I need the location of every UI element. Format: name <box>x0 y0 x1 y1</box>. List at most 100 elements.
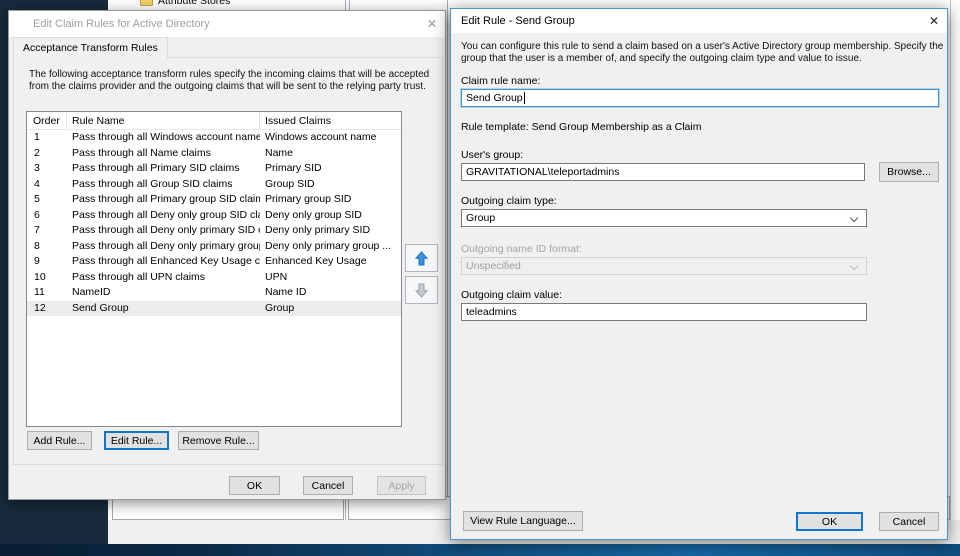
rule-description: You can configure this rule to send a cl… <box>461 41 944 64</box>
table-row[interactable]: 4 Pass through all Group SID claims Group … <box>27 177 401 193</box>
list-header: Order Rule Name Issued Claims <box>27 112 401 130</box>
remove-rule-button[interactable]: Remove Rule... <box>178 431 259 450</box>
chevron-down-icon <box>849 261 859 271</box>
cell-order: 2 <box>34 146 40 159</box>
browse-button[interactable]: Browse... <box>879 162 939 182</box>
rule-template-text: Rule template: Send Group Membership as … <box>461 121 702 133</box>
cell-order: 10 <box>34 270 46 283</box>
cell-rule-name: Pass through all UPN claims <box>72 270 206 283</box>
table-row[interactable]: 12 Send Group Group <box>27 300 401 316</box>
table-row[interactable]: 8 Pass through all Deny only primary grou… <box>27 239 401 255</box>
outgoing-claim-type-select[interactable]: Group <box>461 209 867 227</box>
cell-rule-name: Send Group <box>72 301 129 314</box>
claim-rule-name-value: Send Group <box>466 92 523 104</box>
right-dialog-title: Edit Rule - Send Group <box>461 15 575 27</box>
cell-rule-name: NameID <box>72 286 111 298</box>
cell-order: 4 <box>34 177 40 190</box>
chevron-down-icon <box>849 213 859 223</box>
cell-issued: Primary SID <box>265 162 322 174</box>
outgoing-claim-type-label: Outgoing claim type: <box>461 195 557 207</box>
left-dialog-titlebar[interactable]: Edit Claim Rules for Active Directory ✕ <box>9 11 445 37</box>
table-row[interactable]: 6 Pass through all Deny only group SID cl… <box>27 208 401 224</box>
folder-icon <box>140 0 153 6</box>
cell-order: 12 <box>34 301 46 314</box>
cancel-button[interactable]: Cancel <box>303 476 353 495</box>
cell-rule-name: Pass through all Deny only primary SID c… <box>72 224 260 236</box>
rules-list-body: 1 Pass through all Windows account name..… <box>27 130 401 316</box>
cell-rule-name: Pass through all Group SID claims <box>72 177 233 190</box>
users-group-label: User's group: <box>461 149 524 161</box>
ok-button[interactable]: OK <box>229 476 280 495</box>
tab-label: Acceptance Transform Rules <box>23 42 158 54</box>
cell-issued: Deny only group SID <box>265 208 362 221</box>
table-row[interactable]: 7 Pass through all Deny only primary SID … <box>27 223 401 239</box>
cell-order: 11 <box>34 286 45 298</box>
close-icon[interactable]: ✕ <box>921 14 947 28</box>
outgoing-name-id-format-label: Outgoing name ID format: <box>461 243 582 255</box>
claim-rule-name-label: Claim rule name: <box>461 75 541 87</box>
cell-order: 7 <box>34 224 40 236</box>
cell-order: 1 <box>34 131 40 143</box>
ok-button[interactable]: OK <box>796 512 863 531</box>
cell-rule-name: Pass through all Deny only group SID cla… <box>72 208 260 221</box>
cell-rule-name: Pass through all Deny only primary group… <box>72 239 260 252</box>
cell-issued: Primary group SID <box>265 193 352 205</box>
panel-divider <box>950 0 951 544</box>
cell-issued: Enhanced Key Usage <box>265 255 367 267</box>
cell-issued: UPN <box>265 270 288 283</box>
cell-issued: Deny only primary SID <box>265 224 371 236</box>
arrow-up-icon <box>415 250 428 265</box>
right-dialog-titlebar[interactable]: Edit Rule - Send Group ✕ <box>451 9 947 33</box>
cell-order: 8 <box>34 239 40 252</box>
cell-issued: Group SID <box>265 177 315 190</box>
tree-item-label: Attribute Stores <box>158 0 231 7</box>
users-group-input[interactable]: GRAVITATIONAL\teleportadmins <box>461 163 865 181</box>
cell-order: 3 <box>34 162 40 174</box>
taskbar-strip <box>0 544 960 556</box>
cell-rule-name: Pass through all Windows account name... <box>72 131 260 143</box>
cell-issued: Name <box>265 146 294 159</box>
outgoing-name-id-format-select: Unspecified <box>461 257 867 275</box>
table-row[interactable]: 2 Pass through all Name claims Name <box>27 146 401 162</box>
cell-issued: Deny only primary group ... <box>265 239 392 252</box>
cell-rule-name: Pass through all Name claims <box>72 146 211 159</box>
edit-rule-button[interactable]: Edit Rule... <box>104 431 169 450</box>
apply-button[interactable]: Apply <box>377 476 426 495</box>
cell-order: 6 <box>34 208 40 221</box>
column-rule-name[interactable]: Rule Name <box>67 112 260 129</box>
table-row[interactable]: 10 Pass through all UPN claims UPN <box>27 270 401 286</box>
claim-rule-name-input[interactable]: Send Group <box>461 89 939 107</box>
cell-order: 5 <box>34 193 40 205</box>
outgoing-claim-value-label: Outgoing claim value: <box>461 289 562 301</box>
cell-issued: Windows account name <box>265 131 377 143</box>
table-row[interactable]: 1 Pass through all Windows account name..… <box>27 130 401 146</box>
claim-rules-list[interactable]: Order Rule Name Issued Claims 1 Pass thro… <box>26 111 402 427</box>
table-row[interactable]: 11 NameID Name ID <box>27 285 401 301</box>
view-rule-language-button[interactable]: View Rule Language... <box>463 511 583 531</box>
cell-order: 9 <box>34 255 40 267</box>
table-row[interactable]: 5 Pass through all Primary group SID clai… <box>27 192 401 208</box>
outgoing-claim-type-value: Group <box>466 212 496 224</box>
column-order[interactable]: Order <box>27 112 67 129</box>
edit-claim-rules-dialog: Edit Claim Rules for Active Directory ✕ … <box>8 10 446 500</box>
cancel-button[interactable]: Cancel <box>879 512 939 531</box>
tree-item-attribute-stores[interactable]: Attribute Stores <box>140 0 230 8</box>
left-dialog-title: Edit Claim Rules for Active Directory <box>33 18 210 30</box>
move-up-button[interactable] <box>405 244 438 272</box>
table-row[interactable]: 3 Pass through all Primary SID claims Prim… <box>27 161 401 177</box>
cell-rule-name: Pass through all Primary group SID claim… <box>72 193 260 205</box>
table-row[interactable]: 9 Pass through all Enhanced Key Usage cl.… <box>27 254 401 270</box>
cell-rule-name: Pass through all Enhanced Key Usage cl..… <box>72 255 260 267</box>
cell-issued: Name ID <box>265 286 307 298</box>
add-rule-button[interactable]: Add Rule... <box>27 431 92 450</box>
close-icon[interactable]: ✕ <box>419 17 445 31</box>
move-down-button[interactable] <box>405 276 438 304</box>
edit-rule-dialog: Edit Rule - Send Group ✕ You can configu… <box>450 8 948 540</box>
outgoing-claim-value-input[interactable]: teleadmins <box>461 303 867 321</box>
column-issued-claims[interactable]: Issued Claims <box>260 112 401 129</box>
tab-acceptance-transform-rules[interactable]: Acceptance Transform Rules <box>13 37 168 58</box>
users-group-value: GRAVITATIONAL\teleportadmins <box>466 166 620 178</box>
rules-description: The following acceptance transform rules… <box>29 69 430 92</box>
outgoing-claim-value-value: teleadmins <box>466 306 517 318</box>
outgoing-name-id-format-value: Unspecified <box>466 260 521 272</box>
